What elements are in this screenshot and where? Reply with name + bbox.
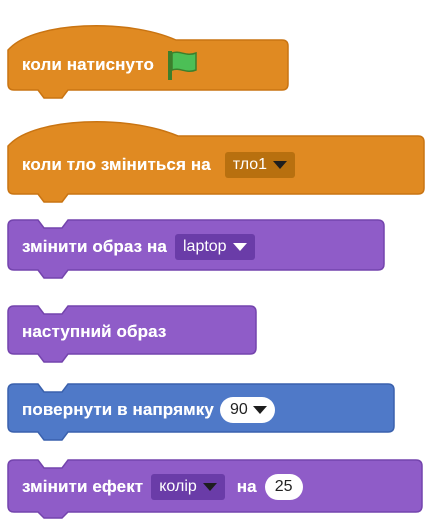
effect-amount-input[interactable]: 25 xyxy=(264,474,303,500)
block-label-secondary: на xyxy=(236,477,257,496)
chevron-down-icon xyxy=(273,161,288,169)
switch-costume-block[interactable]: змінити образ на laptop xyxy=(6,218,386,280)
chevron-down-icon xyxy=(202,483,217,491)
input-value: 90 xyxy=(229,401,248,418)
change-effect-block[interactable]: змінити ефект колір на 25 xyxy=(6,458,426,520)
when-flag-clicked-block[interactable]: коли натиснуто xyxy=(6,14,290,106)
block-label: наступний образ xyxy=(22,322,167,341)
dropdown-value: laptop xyxy=(182,238,227,255)
direction-input[interactable]: 90 xyxy=(219,397,275,423)
dropdown-value: колір xyxy=(159,478,197,495)
costume-dropdown[interactable]: laptop xyxy=(174,234,255,260)
block-label: коли тло зміниться на xyxy=(22,155,211,174)
point-in-direction-block[interactable]: повернути в напрямку 90 xyxy=(6,382,396,444)
chevron-down-icon xyxy=(252,406,267,414)
dropdown-value: тло1 xyxy=(232,156,268,173)
block-label: коли натиснуто xyxy=(22,55,154,74)
when-backdrop-switches-block[interactable]: коли тло зміниться на тло1 xyxy=(6,112,426,208)
next-costume-block[interactable]: наступний образ xyxy=(6,304,258,366)
block-label: змінити ефект xyxy=(22,477,144,496)
effect-dropdown[interactable]: колір xyxy=(151,474,225,500)
block-label: змінити образ на xyxy=(22,237,167,256)
input-value: 25 xyxy=(274,478,293,495)
backdrop-dropdown[interactable]: тло1 xyxy=(224,152,296,178)
green-flag-icon xyxy=(162,48,202,82)
chevron-down-icon xyxy=(232,243,247,251)
block-label: повернути в напрямку xyxy=(22,400,214,419)
